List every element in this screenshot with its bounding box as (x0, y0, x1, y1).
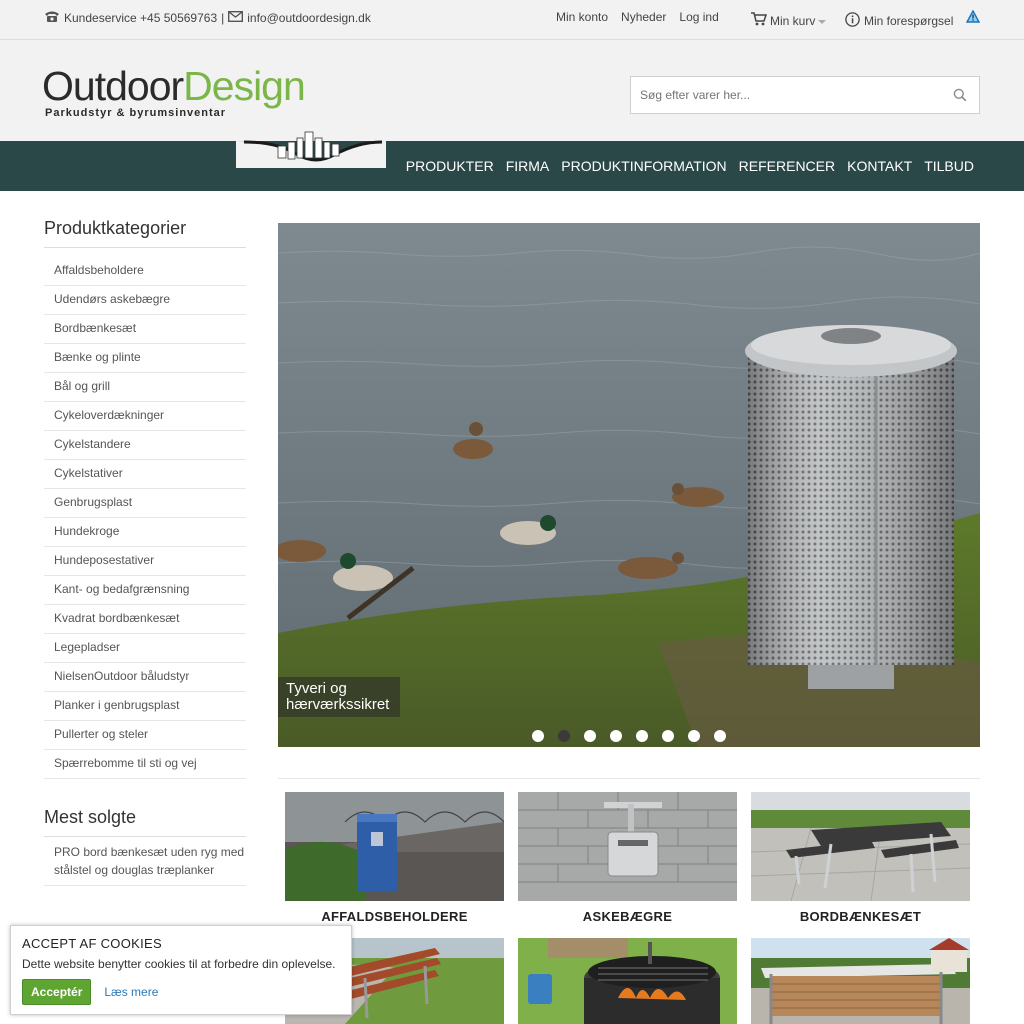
best-seller-item[interactable]: PRO bord bænkesæt uden ryg med stålstel … (44, 837, 246, 886)
tile-label: AFFALDSBEHOLDERE (321, 909, 468, 924)
slider-dot[interactable] (662, 730, 674, 742)
nav-item-firma[interactable]: FIRMA (506, 158, 550, 174)
contact-info: Kundeservice +45 50569763 | info@outdoor… (44, 10, 371, 25)
inquiry-label: Min forespørgsel (864, 14, 954, 28)
search-icon[interactable] (953, 88, 967, 107)
cookie-title: ACCEPT AF COOKIES (22, 936, 162, 951)
slider-dot[interactable] (584, 730, 596, 742)
category-item[interactable]: Bål og grill (44, 373, 246, 402)
search-input[interactable] (631, 77, 931, 113)
top-bar: Kundeservice +45 50569763 | info@outdoor… (0, 0, 1024, 40)
email-link[interactable]: info@outdoordesign.dk (247, 11, 371, 25)
nav-item-kontakt[interactable]: KONTAKT (847, 158, 912, 174)
slider-dot[interactable] (636, 730, 648, 742)
category-item[interactable]: Kant- og bedafgrænsning (44, 576, 246, 605)
news-link[interactable]: Nyheder (621, 10, 666, 24)
tile-askebaegre[interactable]: ASKEBÆGRE (518, 792, 737, 924)
cart-label: Min kurv (770, 13, 816, 28)
category-item[interactable]: Bænke og plinte (44, 344, 246, 373)
category-item[interactable]: Genbrugsplast (44, 489, 246, 518)
nav-item-produkter[interactable]: PRODUKTER (406, 158, 494, 174)
slider-dot-active[interactable] (558, 730, 570, 742)
cookie-banner: ACCEPT AF COOKIES Dette website benytter… (10, 925, 352, 1015)
tile-label: ASKEBÆGRE (582, 909, 673, 924)
cart-link[interactable]: Min kurv (751, 12, 827, 29)
cart-icon (751, 12, 768, 29)
category-item[interactable]: NielsenOutdoor båludstyr (44, 663, 246, 692)
category-item[interactable]: Udendørs askebægre (44, 286, 246, 315)
nav-item-produktinformation[interactable]: PRODUKTINFORMATION (561, 158, 726, 174)
category-item[interactable]: Cykeloverdækninger (44, 402, 246, 431)
tile-image (285, 792, 504, 901)
logo-wordmark: OutdoorDesign (42, 63, 306, 109)
nav-item-tilbud[interactable]: TILBUD (924, 158, 974, 174)
slider-dot[interactable] (532, 730, 544, 742)
categories-title: Produktkategorier (44, 218, 246, 248)
tile-affaldsbeholdere[interactable]: AFFALDSBEHOLDERE (285, 792, 504, 924)
category-item[interactable]: Spærrebomme til sti og vej (44, 750, 246, 779)
tile-image (751, 938, 970, 1024)
best-sellers: Mest solgte PRO bord bænkesæt uden ryg m… (44, 807, 246, 886)
tile-image (518, 792, 737, 901)
section-divider (278, 778, 980, 779)
accept-cookies-button[interactable]: Acceptér (22, 979, 92, 1005)
category-item[interactable]: Bordbænkesæt (44, 315, 246, 344)
cookie-actions: Acceptér Læs mere (22, 979, 340, 1005)
nav-item-referencer[interactable]: REFERENCER (739, 158, 835, 174)
category-item[interactable]: Affaldsbeholdere (44, 257, 246, 286)
sidebar: Produktkategorier Affaldsbeholdere Udend… (44, 218, 246, 886)
category-list: Affaldsbeholdere Udendørs askebægre Bord… (44, 257, 246, 779)
info-icon (845, 12, 860, 30)
inquiry-link[interactable]: Min forespørgsel (845, 12, 953, 30)
tile-bordbaenkesaet[interactable]: BORDBÆNKESÆT (751, 792, 970, 924)
tile-label: BORDBÆNKESÆT (799, 909, 922, 924)
login-link[interactable]: Log ind (679, 10, 718, 24)
separator: | (221, 10, 225, 25)
account-links: Min konto Nyheder Log ind (556, 10, 719, 24)
my-account-link[interactable]: Min konto (556, 10, 608, 24)
chevron-down-icon (818, 14, 827, 28)
category-item[interactable]: Planker i genbrugsplast (44, 692, 246, 721)
header: OutdoorDesign Parkudstyr & byrumsinventa… (0, 40, 1024, 141)
hero-slider[interactable]: Tyveri og hærværkssikret (278, 223, 980, 747)
logo-skyline-graphic (236, 131, 386, 168)
category-item[interactable]: Hundeposestativer (44, 547, 246, 576)
category-item[interactable]: Kvadrat bordbænkesæt (44, 605, 246, 634)
slide-caption: Tyveri og hærværkssikret (278, 677, 400, 717)
category-item[interactable]: Cykelstativer (44, 460, 246, 489)
read-more-link[interactable]: Læs mere (104, 985, 158, 999)
search-box (630, 76, 980, 114)
warning-icon[interactable] (965, 9, 981, 26)
tile-cykeloverdaekning[interactable] (751, 938, 970, 1024)
waste-bin-graphic (745, 325, 957, 689)
slider-dots (532, 730, 726, 742)
hero-image (278, 223, 980, 747)
slider-dot[interactable] (688, 730, 700, 742)
tile-image (751, 792, 970, 901)
category-item[interactable]: Pullerter og steler (44, 721, 246, 750)
mail-icon (228, 10, 244, 25)
slider-dot[interactable] (610, 730, 622, 742)
best-sellers-title: Mest solgte (44, 807, 246, 837)
category-item[interactable]: Hundekroge (44, 518, 246, 547)
slider-dot[interactable] (714, 730, 726, 742)
tile-baal-og-grill[interactable] (518, 938, 737, 1024)
cookie-text: Dette website benytter cookies til at fo… (22, 957, 336, 971)
tile-image (518, 938, 737, 1024)
category-item[interactable]: Legepladser (44, 634, 246, 663)
main-nav: PRODUKTER FIRMA PRODUKTINFORMATION REFER… (0, 141, 1024, 191)
logo[interactable]: OutdoorDesign Parkudstyr & byrumsinventa… (42, 62, 306, 119)
category-item[interactable]: Cykelstandere (44, 431, 246, 460)
phone-text: Kundeservice +45 50569763 (64, 10, 218, 25)
nav-menu: PRODUKTER FIRMA PRODUKTINFORMATION REFER… (406, 158, 974, 174)
phone-icon (44, 10, 60, 25)
